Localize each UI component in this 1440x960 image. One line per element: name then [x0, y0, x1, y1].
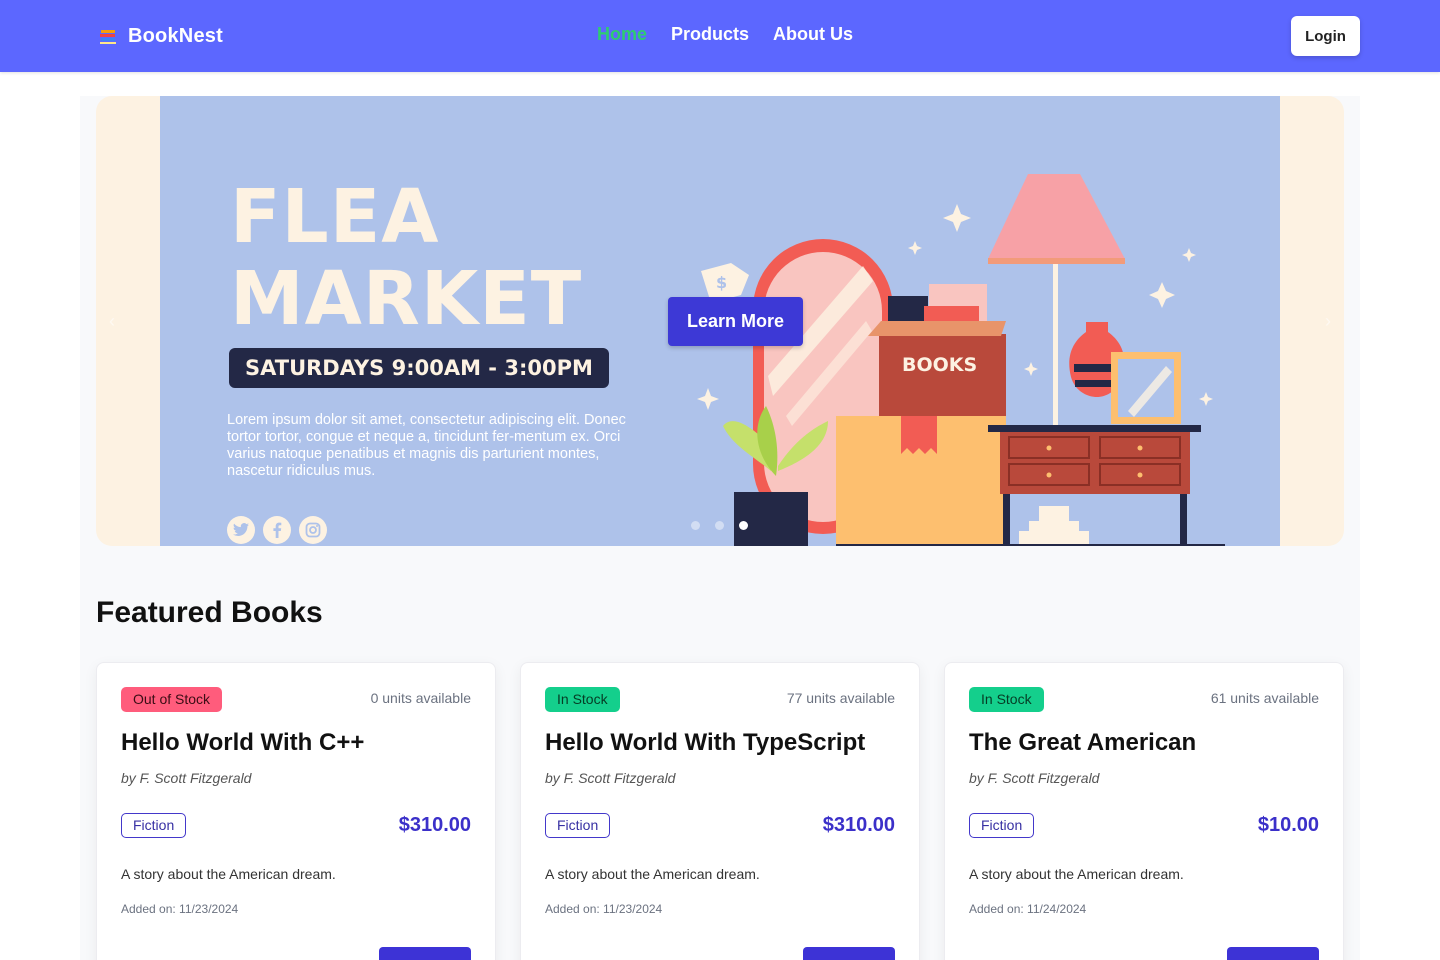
stock-status-badge: In Stock	[969, 687, 1044, 712]
carousel-dot-3[interactable]	[739, 521, 748, 530]
stock-status-badge: Out of Stock	[121, 687, 223, 712]
genre-tag: Fiction	[121, 813, 187, 838]
book-card: In Stock 77 units available Hello World …	[520, 662, 920, 960]
genre-tag: Fiction	[969, 813, 1035, 838]
added-date: Added on: 11/23/2024	[121, 902, 239, 916]
nav-link-products[interactable]: Products	[671, 24, 749, 45]
book-title: Hello World With TypeScript	[545, 729, 866, 756]
svg-text:$: $	[716, 273, 727, 292]
book-title: The Great American	[969, 729, 1197, 756]
books-icon	[100, 30, 116, 44]
book-author: by F. Scott Fitzgerald	[121, 770, 252, 786]
units-available: 0 units available	[370, 690, 471, 706]
view-details-button[interactable]: View Details	[379, 947, 471, 960]
nav-link-about-us[interactable]: About Us	[773, 24, 853, 45]
book-description: A story about the American dream.	[121, 866, 336, 882]
book-price: $310.00	[398, 814, 471, 836]
book-title: Hello World With C++	[121, 729, 365, 756]
login-button[interactable]: Login	[1291, 16, 1360, 56]
book-description: A story about the American dream.	[545, 866, 760, 882]
genre-tag: Fiction	[545, 813, 611, 838]
featured-books-heading: Featured Books	[96, 596, 323, 629]
carousel-dot-1[interactable]	[691, 521, 700, 530]
view-details-button[interactable]: View Details	[803, 947, 895, 960]
learn-more-button[interactable]: Learn More	[668, 297, 803, 346]
stock-status-badge: In Stock	[545, 687, 620, 712]
brand-logo-link[interactable]: BookNest	[98, 22, 223, 50]
added-date: Added on: 11/24/2024	[969, 902, 1087, 916]
units-available: 61 units available	[1210, 690, 1319, 706]
main-content: FLEA MARKET SATURDAYS 9:00AM - 3:00PM Lo…	[80, 96, 1360, 960]
main-nav: Home Products About Us	[597, 24, 853, 45]
book-author: by F. Scott Fitzgerald	[545, 770, 676, 786]
carousel-next-arrow[interactable]: ›	[1318, 311, 1338, 331]
book-price: $310.00	[822, 814, 895, 836]
carousel-prev-arrow[interactable]: ‹	[102, 311, 122, 331]
carousel-dot-2[interactable]	[715, 521, 724, 530]
book-card: In Stock 61 units available The Great Am…	[944, 662, 1344, 960]
view-details-button[interactable]: View Details	[1227, 947, 1319, 960]
svg-text:BOOKS: BOOKS	[902, 354, 977, 376]
hero-carousel: FLEA MARKET SATURDAYS 9:00AM - 3:00PM Lo…	[96, 96, 1344, 546]
nav-link-home[interactable]: Home	[597, 24, 647, 45]
book-price: $10.00	[1257, 814, 1319, 836]
carousel-indicators	[691, 521, 748, 530]
added-date: Added on: 11/23/2024	[545, 902, 663, 916]
book-author: by F. Scott Fitzgerald	[969, 770, 1100, 786]
brand-name: BookNest	[128, 24, 223, 47]
navbar: BookNest Home Products About Us Login	[0, 0, 1440, 72]
book-description: A story about the American dream.	[969, 866, 1184, 882]
units-available: 77 units available	[786, 690, 895, 706]
book-card: Out of Stock 0 units available Hello Wor…	[96, 662, 496, 960]
